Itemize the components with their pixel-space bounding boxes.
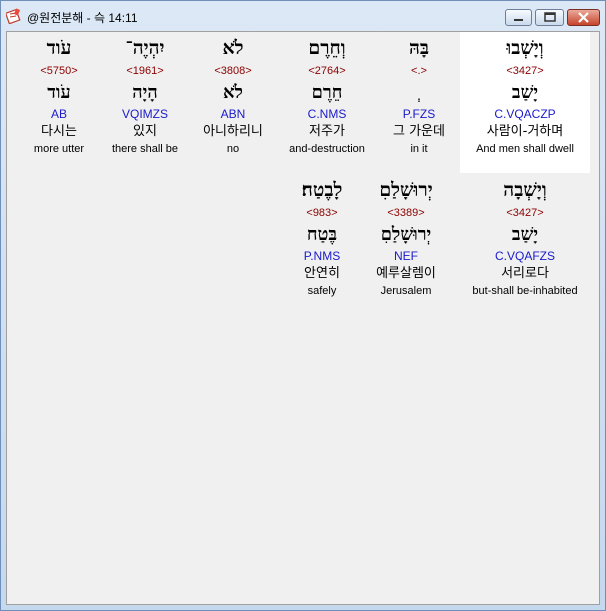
- lemma-word: עֹוד: [47, 82, 71, 103]
- word-cell[interactable]: לֹא <3808> לֹא ABN 아니하리니 no: [183, 34, 283, 156]
- lemma-word: יָשַׁב: [511, 224, 539, 245]
- hebrew-word: יִהְיֶה־: [125, 37, 165, 59]
- word-cell[interactable]: יִהְיֶה־ <1961> הָיָה VQIMZS 있지 there sh…: [95, 34, 195, 156]
- morphology-code: NEF: [394, 249, 418, 263]
- morphology-code: AB: [50, 107, 67, 121]
- window-title: @원전분해 - 슥 14:11: [27, 11, 138, 25]
- word-cell[interactable]: וְחֵרֶם <2764> חֵרֶם C.NMS 저주가 and-destr…: [277, 34, 377, 156]
- strong-number[interactable]: <.>: [369, 62, 469, 80]
- korean-gloss: 있지: [133, 124, 157, 139]
- morphology-code: P.FZS: [402, 107, 436, 121]
- english-gloss: and-destruction: [289, 143, 365, 155]
- english-gloss: there shall be: [111, 143, 179, 155]
- morphology-code: VQIMZS: [121, 107, 168, 121]
- app-window: @원전분해 - 슥 14:11 עֹוד <5750> עֹוד AB 다시는 …: [0, 0, 606, 611]
- lemma-word: יְרוּשָׁלַםִ: [380, 224, 432, 245]
- lemma-word: ְ: [369, 80, 469, 106]
- interlinear-panel[interactable]: עֹוד <5750> עֹוד AB 다시는 more utter יִהְי…: [6, 31, 600, 605]
- bible-app-icon[interactable]: [4, 8, 22, 25]
- strong-number[interactable]: <2764>: [277, 62, 377, 80]
- korean-gloss: 사람이-거하며: [486, 124, 564, 139]
- title-bar[interactable]: @원전분해 - 슥 14:11: [1, 1, 605, 31]
- strong-number[interactable]: <3808>: [183, 62, 283, 80]
- english-gloss: no: [226, 143, 240, 155]
- english-gloss: but-shall be-inhabited: [472, 285, 578, 297]
- strong-number[interactable]: <1961>: [95, 62, 195, 80]
- english-gloss: And men shall dwell: [476, 143, 574, 155]
- hebrew-word: וְיָשְׁבוּ: [506, 37, 544, 59]
- korean-gloss: 저주가: [309, 124, 345, 139]
- minimize-button[interactable]: [505, 9, 532, 26]
- morphology-code: C.VQAFZS: [494, 249, 555, 263]
- word-cell[interactable]: עֹוד <5750> עֹוד AB 다시는 more utter: [9, 34, 109, 156]
- word-cell[interactable]: וְיָשְׁבָה <3427> יָשַׁב C.VQAFZS 서리로다 b…: [457, 176, 593, 298]
- morphology-code: C.NMS: [307, 107, 347, 121]
- korean-gloss: 그 가운데: [393, 124, 445, 139]
- hebrew-word: עֹוד: [46, 37, 72, 59]
- maximize-button[interactable]: [535, 9, 564, 26]
- hebrew-word: יְרוּשָׁלַםִ: [379, 179, 433, 201]
- english-gloss: Jerusalem: [380, 285, 432, 297]
- korean-gloss: 아니하리니: [203, 124, 263, 139]
- close-button[interactable]: [567, 9, 600, 26]
- strong-number[interactable]: <5750>: [9, 62, 109, 80]
- hebrew-word: בָּהּ: [408, 37, 430, 59]
- strong-number[interactable]: <3427>: [457, 204, 593, 222]
- morphology-code: ABN: [220, 107, 246, 121]
- hebrew-word: וְחֵרֶם: [308, 37, 346, 59]
- strong-number[interactable]: <3389>: [356, 204, 456, 222]
- hebrew-word: וְיָשְׁבָה: [503, 179, 547, 201]
- lemma-word: חֵרֶם: [311, 82, 343, 103]
- strong-number[interactable]: <3427>: [460, 62, 590, 80]
- korean-gloss: 다시는: [41, 124, 77, 139]
- word-cell-selected[interactable]: וְיָשְׁבוּ <3427> יָשַׁב C.VQACZP 사람이-거하…: [460, 32, 590, 173]
- korean-gloss: 예루살렘이: [376, 266, 436, 281]
- lemma-word: יָשַׁב: [511, 82, 539, 103]
- word-cell[interactable]: יְרוּשָׁלַםִ <3389> יְרוּשָׁלַםִ NEF 예루살…: [356, 176, 456, 298]
- morphology-code: C.VQACZP: [494, 107, 556, 121]
- english-gloss: in it: [410, 143, 428, 155]
- korean-gloss: 서리로다: [501, 266, 549, 281]
- lemma-word: הָיָה: [132, 82, 158, 103]
- hebrew-word: לֹא: [222, 37, 244, 59]
- lemma-word: לֹא: [223, 82, 243, 103]
- english-gloss: more utter: [33, 143, 85, 155]
- word-cell[interactable]: בָּהּ <.> ְ P.FZS 그 가운데 in it: [369, 34, 469, 156]
